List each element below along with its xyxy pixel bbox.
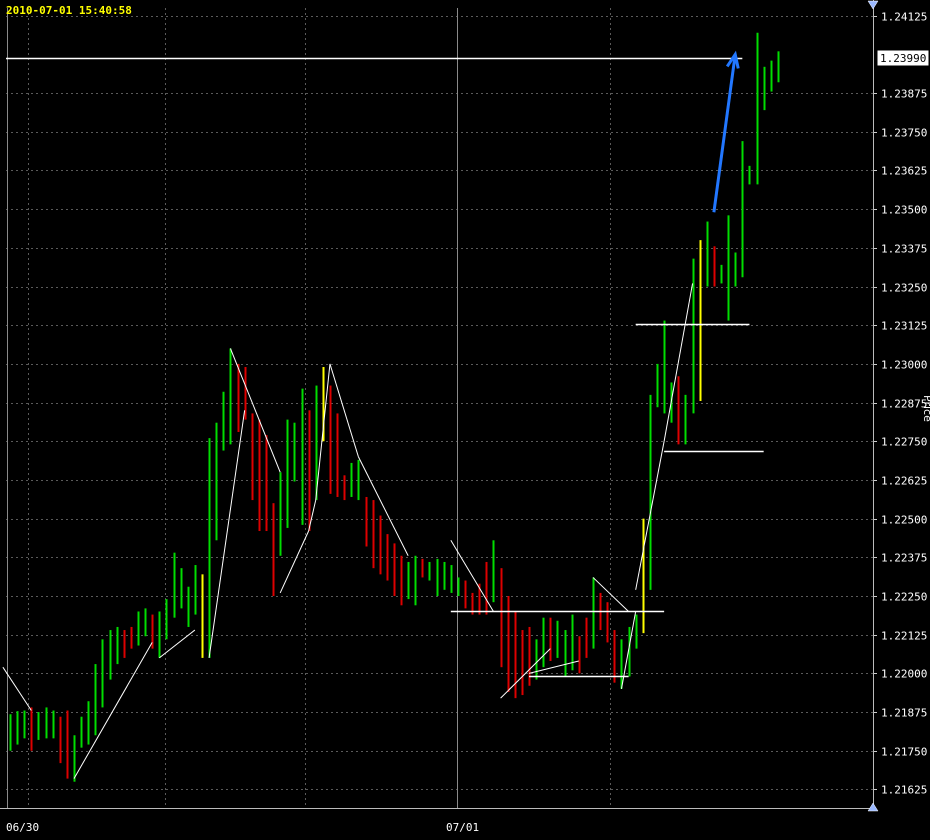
x-tick-label: 07/01 bbox=[446, 821, 479, 834]
y-tick-label: 1.22000 bbox=[881, 668, 927, 681]
swing-line bbox=[208, 410, 246, 658]
swing-line bbox=[73, 642, 153, 779]
swing-line bbox=[159, 629, 196, 659]
y-tick-label: 1.22625 bbox=[881, 475, 927, 488]
y-tick-label: 1.24125 bbox=[881, 11, 927, 24]
y-tick-label: 1.22250 bbox=[881, 591, 927, 604]
y-tick-label: 1.23500 bbox=[881, 204, 927, 217]
axis-scroll-up-icon bbox=[867, 0, 879, 10]
x-tick-label: 06/30 bbox=[6, 821, 39, 834]
y-tick-label: 1.23750 bbox=[881, 127, 927, 140]
y-tick-label: 1.23000 bbox=[881, 359, 927, 372]
y-tick-label: 1.23625 bbox=[881, 165, 927, 178]
swing-line bbox=[592, 577, 629, 612]
chart-timestamp: 2010-07-01 15:40:58 bbox=[6, 4, 132, 17]
y-tick-label: 1.23250 bbox=[881, 282, 927, 295]
y-tick-label: 1.21625 bbox=[881, 784, 927, 797]
y-tick-label: 1.23875 bbox=[881, 88, 927, 101]
y-tick-label: 1.22125 bbox=[881, 630, 927, 643]
y-tick-label: 1.22375 bbox=[881, 552, 927, 565]
y-tick-label: 1.21750 bbox=[881, 746, 927, 759]
price-chart: 1.24125 1.23875 1.23750 1.23625 1.23500 1.233… bbox=[0, 0, 930, 834]
y-tick-label: 1.23125 bbox=[881, 320, 927, 333]
y-tick-label: 1.23375 bbox=[881, 243, 927, 256]
trend-arrow bbox=[712, 54, 737, 213]
y-tick-label: 1.22500 bbox=[881, 514, 927, 527]
y-tick-label: 1.21875 bbox=[881, 707, 927, 720]
swing-line bbox=[279, 530, 310, 594]
y-axis-title: Price bbox=[921, 395, 930, 422]
y-tick-label: 1.22750 bbox=[881, 436, 927, 449]
current-price-label: 1.23990 bbox=[880, 52, 926, 65]
axis-scroll-down-icon bbox=[867, 802, 879, 812]
swing-line bbox=[329, 363, 359, 457]
y-tick-label: 1.22875 bbox=[881, 398, 927, 411]
